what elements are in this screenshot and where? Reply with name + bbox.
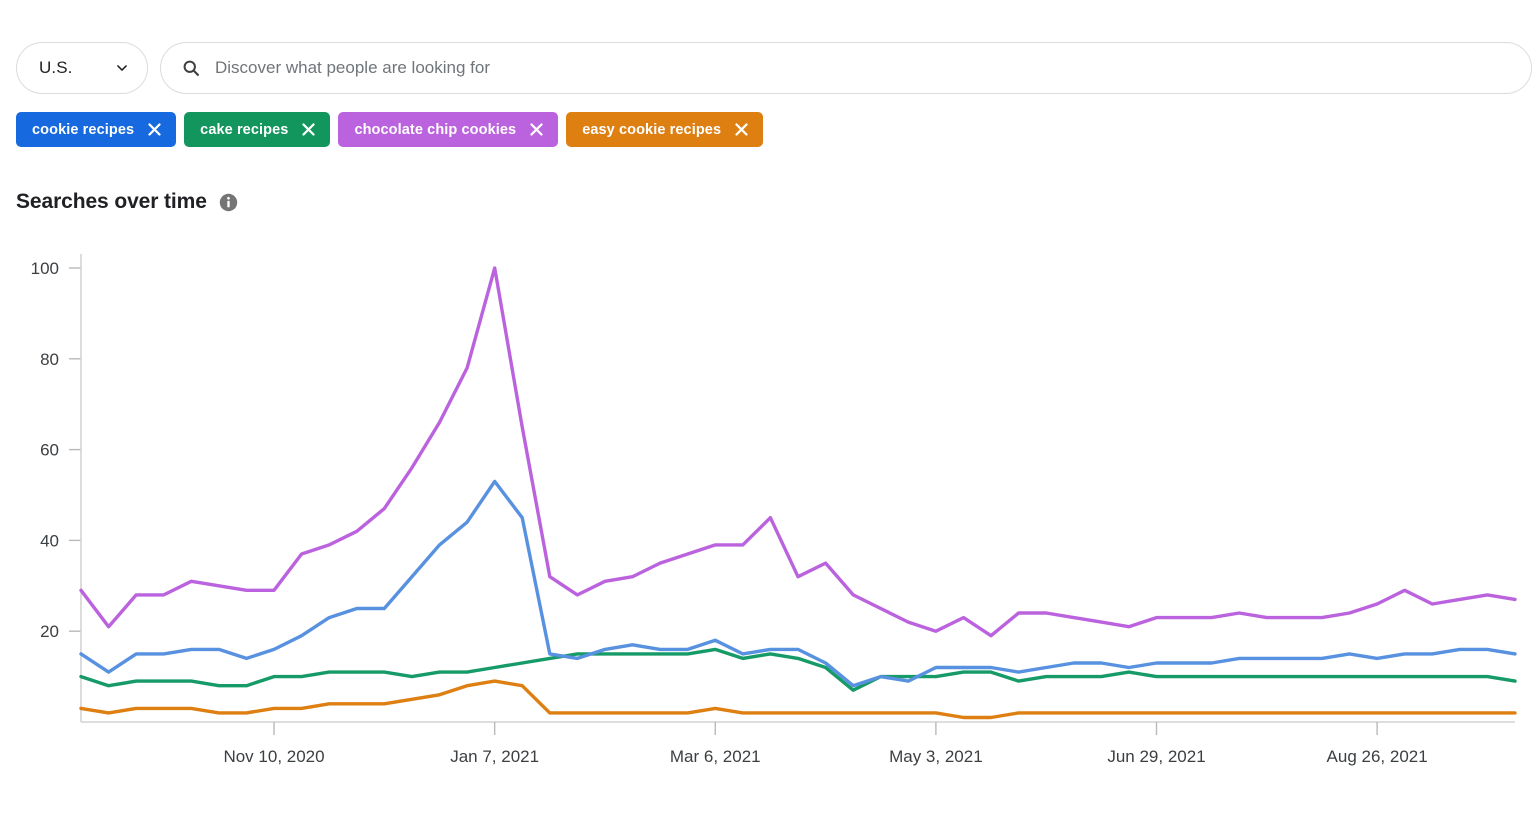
x-axis-tick-label: May 3, 2021 [889, 747, 983, 766]
series-line-easy-cookie-recipes [79, 679, 1517, 720]
search-icon [181, 58, 201, 78]
chip-cookie-recipes[interactable]: cookie recipes [16, 112, 177, 147]
chip-label: chocolate chip cookies [354, 121, 517, 138]
chip-easy-cookie-recipes[interactable]: easy cookie recipes [566, 112, 764, 147]
searches-over-time-chart[interactable]: 20 40 60 80 100 Nov 10, 2020 Jan 7, 2021 Mar 6,… [0, 238, 1536, 798]
comparison-chip-list: cookie recipes cake recipes chocolate ch… [16, 112, 764, 147]
close-icon[interactable] [529, 122, 544, 137]
y-axis-tick-label: 80 [40, 350, 59, 369]
chip-cake-recipes[interactable]: cake recipes [184, 112, 331, 147]
chevron-down-icon [115, 61, 129, 75]
x-axis-tick-label: Jan 7, 2021 [450, 747, 539, 766]
section-header: Searches over time [16, 190, 238, 214]
chip-chocolate-chip-cookies[interactable]: chocolate chip cookies [338, 112, 559, 147]
page-title: Searches over time [16, 190, 207, 213]
region-select[interactable]: U.S. [16, 42, 148, 94]
x-axis-tick-label: Jun 29, 2021 [1107, 747, 1205, 766]
search-row: U.S. [16, 42, 1532, 94]
close-icon[interactable] [301, 122, 316, 137]
y-axis-tick-label: 20 [40, 622, 59, 641]
y-axis-tick-label: 60 [40, 441, 59, 460]
info-icon[interactable] [219, 193, 238, 212]
search-input[interactable] [215, 58, 1511, 78]
close-icon[interactable] [147, 122, 162, 137]
y-axis-tick-label: 40 [40, 531, 59, 550]
series-line-chocolate-chip-cookies [79, 266, 1517, 638]
chip-label: cake recipes [200, 121, 289, 138]
y-axis-tick-label: 100 [31, 259, 59, 278]
search-box[interactable] [160, 42, 1532, 94]
region-select-value: U.S. [39, 58, 73, 77]
series-line-cake-recipes [79, 647, 1517, 692]
x-axis-tick-label: Aug 26, 2021 [1327, 747, 1428, 766]
trends-page: U.S. cookie recipes [0, 0, 1536, 838]
x-axis-tick-label: Nov 10, 2020 [223, 747, 324, 766]
chip-label: easy cookie recipes [582, 121, 722, 138]
chip-label: cookie recipes [32, 121, 135, 138]
x-axis-tick-label: Mar 6, 2021 [670, 747, 761, 766]
series-line-cookie-recipes [79, 479, 1517, 688]
close-icon[interactable] [734, 122, 749, 137]
chart-svg: 20 40 60 80 100 Nov 10, 2020 Jan 7, 2021 Mar 6,… [31, 254, 1517, 766]
